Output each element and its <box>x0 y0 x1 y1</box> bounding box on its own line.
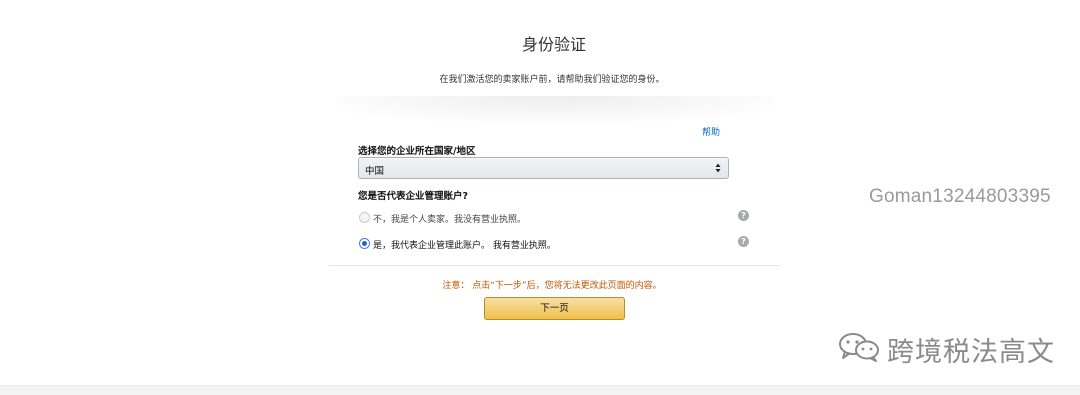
watermark-name: 跨境税法高文 <box>887 337 1055 368</box>
page-title: 身份验证 <box>521 35 586 54</box>
watermark-phone: Goman13244803395 <box>869 186 1051 207</box>
section-shadow <box>336 96 772 126</box>
help-link[interactable]: 帮助 <box>702 125 720 138</box>
intro-text: 在我们激活您的卖家账户前，请帮助我们验证您的身份。 <box>439 75 665 85</box>
business-question-label: 您是否代表企业管理账户? <box>358 191 469 202</box>
radio-business[interactable] <box>359 238 370 249</box>
divider <box>329 265 780 266</box>
country-label: 选择您的企业所在国家/地区 <box>358 146 476 157</box>
notice-text: 注意： 点击“下一步”后，您将无法更改此页面的内容。 <box>442 281 662 291</box>
select-arrows-icon <box>715 163 721 173</box>
country-select-value: 中国 <box>365 166 385 177</box>
option-business[interactable]: 是，我代表企业管理此账户。 我有营业执照。 ? <box>358 236 751 252</box>
question-mark-icon[interactable]: ? <box>738 236 749 247</box>
radio-individual[interactable] <box>359 212 370 223</box>
next-button[interactable]: 下一页 <box>484 297 625 320</box>
option-individual-label: 不，我是个人卖家。我没有营业执照。 <box>373 215 527 225</box>
wechat-icon <box>839 333 879 362</box>
option-business-label: 是，我代表企业管理此账户。 我有营业执照。 <box>373 241 556 251</box>
question-mark-icon[interactable]: ? <box>738 210 749 221</box>
option-individual-seller[interactable]: 不，我是个人卖家。我没有营业执照。 ? <box>358 210 751 226</box>
country-select[interactable]: 中国 <box>358 157 729 179</box>
